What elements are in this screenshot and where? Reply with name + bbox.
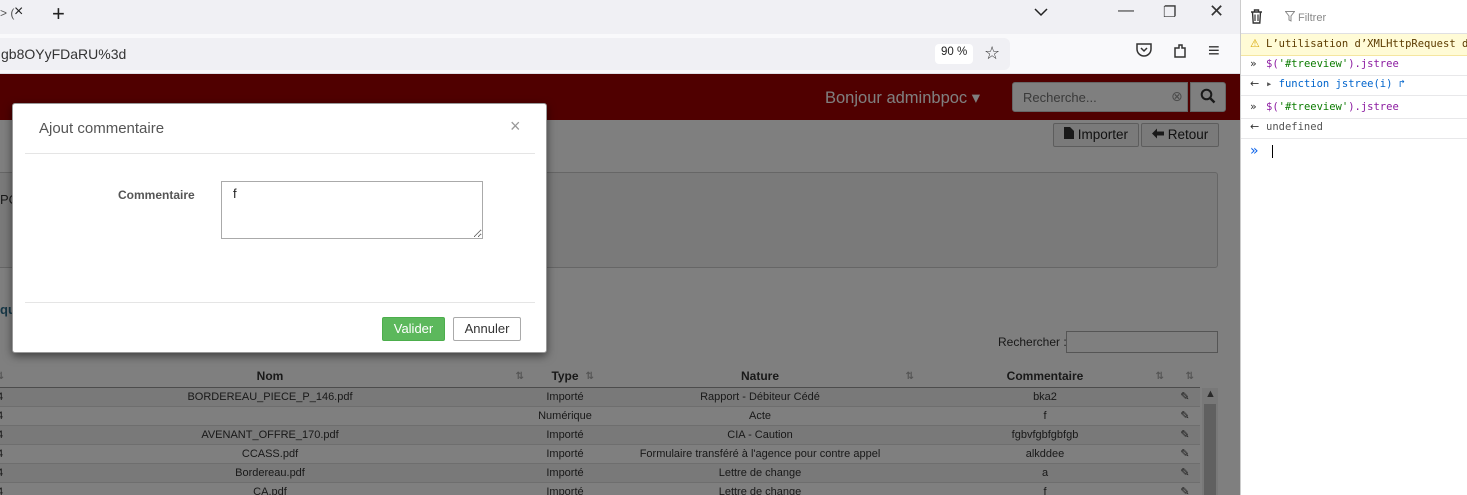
console-prompt[interactable]: » <box>1241 140 1467 162</box>
filter-icon <box>1284 11 1296 25</box>
output-arrow-icon: ← <box>1250 120 1260 133</box>
new-tab-icon[interactable]: + <box>52 1 65 27</box>
menu-icon[interactable]: ≡ <box>1208 40 1220 63</box>
code-token: ).jstree <box>1348 101 1399 113</box>
comment-textarea[interactable]: f <box>221 181 483 239</box>
cancel-button[interactable]: Annuler <box>453 317 521 341</box>
console-toolbar: Filtrer <box>1241 0 1467 34</box>
text-caret <box>1272 145 1273 158</box>
minimize-icon[interactable]: — <box>1118 2 1134 20</box>
clear-console-icon[interactable] <box>1250 9 1263 28</box>
list-tabs-icon[interactable] <box>1034 4 1048 20</box>
tab-close-icon[interactable]: × <box>14 3 23 21</box>
code-token: $( <box>1266 58 1279 70</box>
warning-text: L’utilisation d’XMLHttpRequest de <box>1266 38 1467 50</box>
code-string: '#treeview' <box>1278 101 1349 113</box>
expand-arrow-icon[interactable]: ▸ <box>1266 78 1272 90</box>
url-text[interactable]: gb8OYyFDaRU%3d <box>1 46 126 62</box>
dialog-title: Ajout commentaire <box>39 120 165 137</box>
prompt-chevron-icon: » <box>1250 143 1259 159</box>
restore-icon[interactable]: ❐ <box>1163 3 1176 21</box>
output-arrow-icon: ← <box>1250 77 1260 90</box>
dialog-header-divider <box>25 153 535 154</box>
dialog-footer-divider <box>25 302 535 303</box>
comment-label: Commentaire <box>118 188 195 202</box>
input-chevron-icon: » <box>1250 100 1257 113</box>
console-input-line[interactable]: » $('#treeview').jstree <box>1241 54 1467 76</box>
submit-button[interactable]: Valider <box>382 317 445 341</box>
code-token: ).jstree <box>1348 58 1399 70</box>
zoom-level[interactable]: 90 % <box>935 44 974 64</box>
input-chevron-icon: » <box>1250 57 1257 70</box>
warning-icon: ⚠ <box>1250 37 1260 50</box>
devtools-console: Filtrer ⚠ L’utilisation d’XMLHttpRequest… <box>1240 0 1467 495</box>
code-string: '#treeview' <box>1278 58 1349 70</box>
console-input-line[interactable]: » $('#treeview').jstree <box>1241 97 1467 119</box>
tab-title[interactable]: > ( <box>0 6 14 20</box>
code-token: $( <box>1266 101 1279 113</box>
close-dialog-icon[interactable]: × <box>510 116 521 137</box>
console-filter-input[interactable]: Filtrer <box>1298 12 1326 24</box>
add-comment-dialog: Ajout commentaire × Commentaire f Valide… <box>12 103 547 353</box>
console-warning[interactable]: ⚠ L’utilisation d’XMLHttpRequest de <box>1241 34 1467 56</box>
console-output-line[interactable]: ← ▸ function jstree(i) ↱ <box>1241 74 1467 96</box>
extensions-icon[interactable] <box>1172 43 1188 64</box>
console-output-line[interactable]: ← undefined <box>1241 117 1467 139</box>
url-bar[interactable]: gb8OYyFDaRU%3d 90 % ☆ <box>0 38 1010 70</box>
pocket-icon[interactable] <box>1136 43 1152 62</box>
bookmark-star-icon[interactable]: ☆ <box>984 43 1000 64</box>
navigation-bar: gb8OYyFDaRU%3d 90 % ☆ ≡ <box>0 34 1240 74</box>
tab-bar: > ( × + — ❐ ✕ <box>0 0 1240 34</box>
undefined-output: undefined <box>1266 121 1323 133</box>
close-window-icon[interactable]: ✕ <box>1209 1 1224 22</box>
function-output[interactable]: function jstree(i) ↱ <box>1279 78 1405 90</box>
